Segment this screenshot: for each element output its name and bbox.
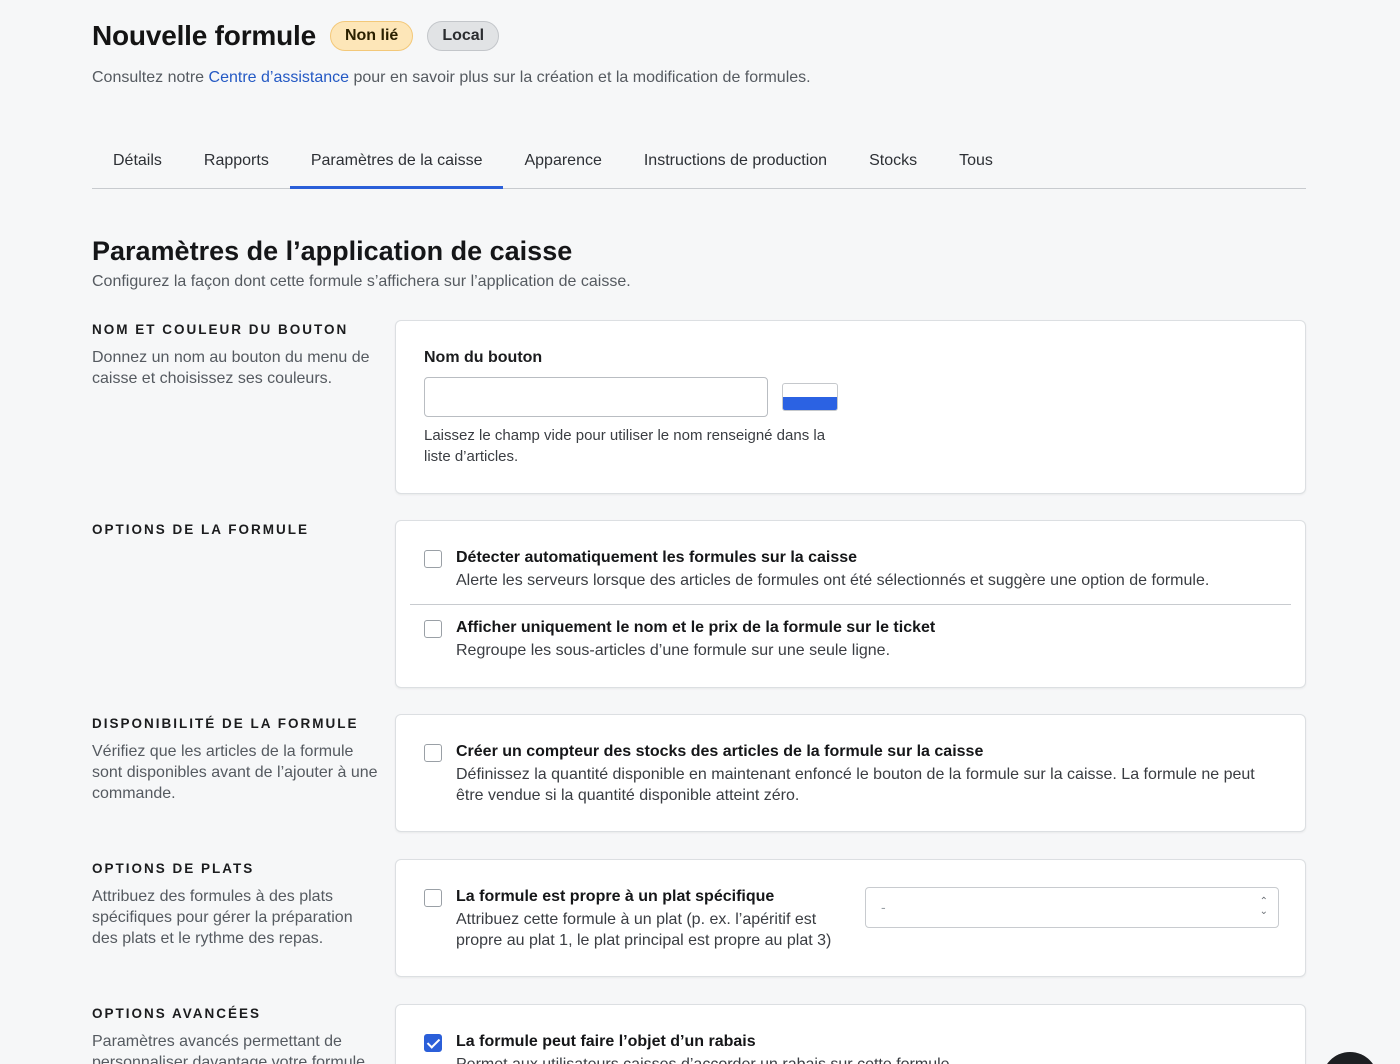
section-subtitle: Configurez la façon dont cette formule s… bbox=[92, 273, 631, 290]
group-title: Disponibilité de la formule bbox=[92, 716, 359, 731]
course-select[interactable]: - ⌃ ⌄ bbox=[865, 887, 1279, 928]
ticket-name-price-checkbox[interactable] bbox=[424, 620, 442, 638]
card-advanced: La formule peut faire l’objet d’un rabai… bbox=[395, 1004, 1306, 1064]
discountable-checkbox[interactable] bbox=[424, 1034, 442, 1052]
group-label-courses: Options de plats Attribuez des formules … bbox=[92, 861, 382, 949]
option-description: Définissez la quantité disponible en mai… bbox=[456, 766, 1255, 804]
group-label-button: Nom et couleur du bouton Donnez un nom a… bbox=[92, 322, 382, 389]
tab-production-instructions[interactable]: Instructions de production bbox=[623, 136, 848, 188]
option-title: Créer un compteur des stocks des article… bbox=[456, 743, 984, 760]
button-color-picker[interactable] bbox=[782, 383, 838, 411]
option-title: Afficher uniquement le nom et le prix de… bbox=[456, 619, 936, 636]
status-badge-unlinked: Non lié bbox=[329, 21, 414, 51]
group-title: Options avancées bbox=[92, 1006, 262, 1021]
tab-all[interactable]: Tous bbox=[938, 136, 1014, 188]
group-label-options: Options de la formule bbox=[92, 522, 382, 537]
help-suffix: pour en savoir plus sur la création et l… bbox=[349, 69, 811, 86]
auto-detect-checkbox[interactable] bbox=[424, 550, 442, 568]
option-title: La formule est propre à un plat spécifiq… bbox=[456, 888, 775, 905]
tab-stock[interactable]: Stocks bbox=[848, 136, 938, 188]
tab-bar: Détails Rapports Paramètres de la caisse… bbox=[92, 136, 1306, 189]
group-label-availability: Disponibilité de la formule Vérifiez que… bbox=[92, 716, 382, 804]
group-title: Nom et couleur du bouton bbox=[92, 322, 349, 337]
help-center-link[interactable]: Centre d’assistance bbox=[209, 69, 350, 86]
course-specific-checkbox[interactable] bbox=[424, 889, 442, 907]
select-arrows-icon: ⌃ ⌄ bbox=[1259, 896, 1268, 917]
divider bbox=[410, 604, 1291, 605]
group-title: Options de la formule bbox=[92, 522, 309, 537]
option-title: La formule peut faire l’objet d’un rabai… bbox=[456, 1033, 756, 1050]
option-description: Alerte les serveurs lorsque des articles… bbox=[456, 572, 1210, 589]
button-name-label: Nom du bouton bbox=[424, 349, 543, 366]
option-description: Permet aux utilisateurs caisses d’accord… bbox=[456, 1054, 1256, 1064]
page-title: Nouvelle formule bbox=[92, 20, 316, 51]
button-name-input[interactable] bbox=[424, 377, 768, 417]
option-description: Attribuez cette formule à un plat (p. ex… bbox=[456, 911, 832, 949]
tab-details[interactable]: Détails bbox=[92, 136, 183, 188]
page: Nouvelle formule Non lié Local Consultez… bbox=[0, 0, 1400, 1064]
tab-appearance[interactable]: Apparence bbox=[503, 136, 622, 188]
status-badge-local: Local bbox=[427, 21, 500, 51]
stock-counter-checkbox[interactable] bbox=[424, 744, 442, 762]
card-button: Nom du bouton Laissez le champ vide pour… bbox=[395, 320, 1306, 494]
section-title: Paramètres de l’application de caisse bbox=[92, 236, 573, 266]
group-description: Attribuez des formules à des plats spéci… bbox=[92, 888, 353, 947]
help-prefix: Consultez notre bbox=[92, 69, 209, 86]
card-courses: La formule est propre à un plat spécifiq… bbox=[395, 859, 1306, 977]
group-title: Options de plats bbox=[92, 861, 255, 876]
chat-button[interactable] bbox=[1322, 1052, 1378, 1064]
option-description: Regroupe les sous-articles d’une formule… bbox=[456, 642, 891, 659]
button-name-hint: Laissez le champ vide pour utiliser le n… bbox=[424, 427, 826, 465]
group-description: Paramètres avancés permettant de personn… bbox=[92, 1033, 370, 1064]
group-label-advanced: Options avancées Paramètres avancés perm… bbox=[92, 1006, 382, 1064]
button-color-fill bbox=[783, 397, 837, 410]
tab-pos-settings[interactable]: Paramètres de la caisse bbox=[289, 136, 504, 189]
help-text: Consultez notre Centre d’assistance pour… bbox=[92, 69, 811, 87]
group-description: Vérifiez que les articles de la formule … bbox=[92, 743, 378, 802]
course-select-value: - bbox=[881, 899, 886, 915]
title-row: Nouvelle formule Non lié Local bbox=[92, 20, 500, 52]
card-options: Détecter automatiquement les formules su… bbox=[395, 520, 1306, 688]
group-description: Donnez un nom au bouton du menu de caiss… bbox=[92, 349, 370, 387]
tab-reports[interactable]: Rapports bbox=[183, 136, 290, 188]
option-title: Détecter automatiquement les formules su… bbox=[456, 549, 858, 566]
card-availability: Créer un compteur des stocks des article… bbox=[395, 714, 1306, 832]
